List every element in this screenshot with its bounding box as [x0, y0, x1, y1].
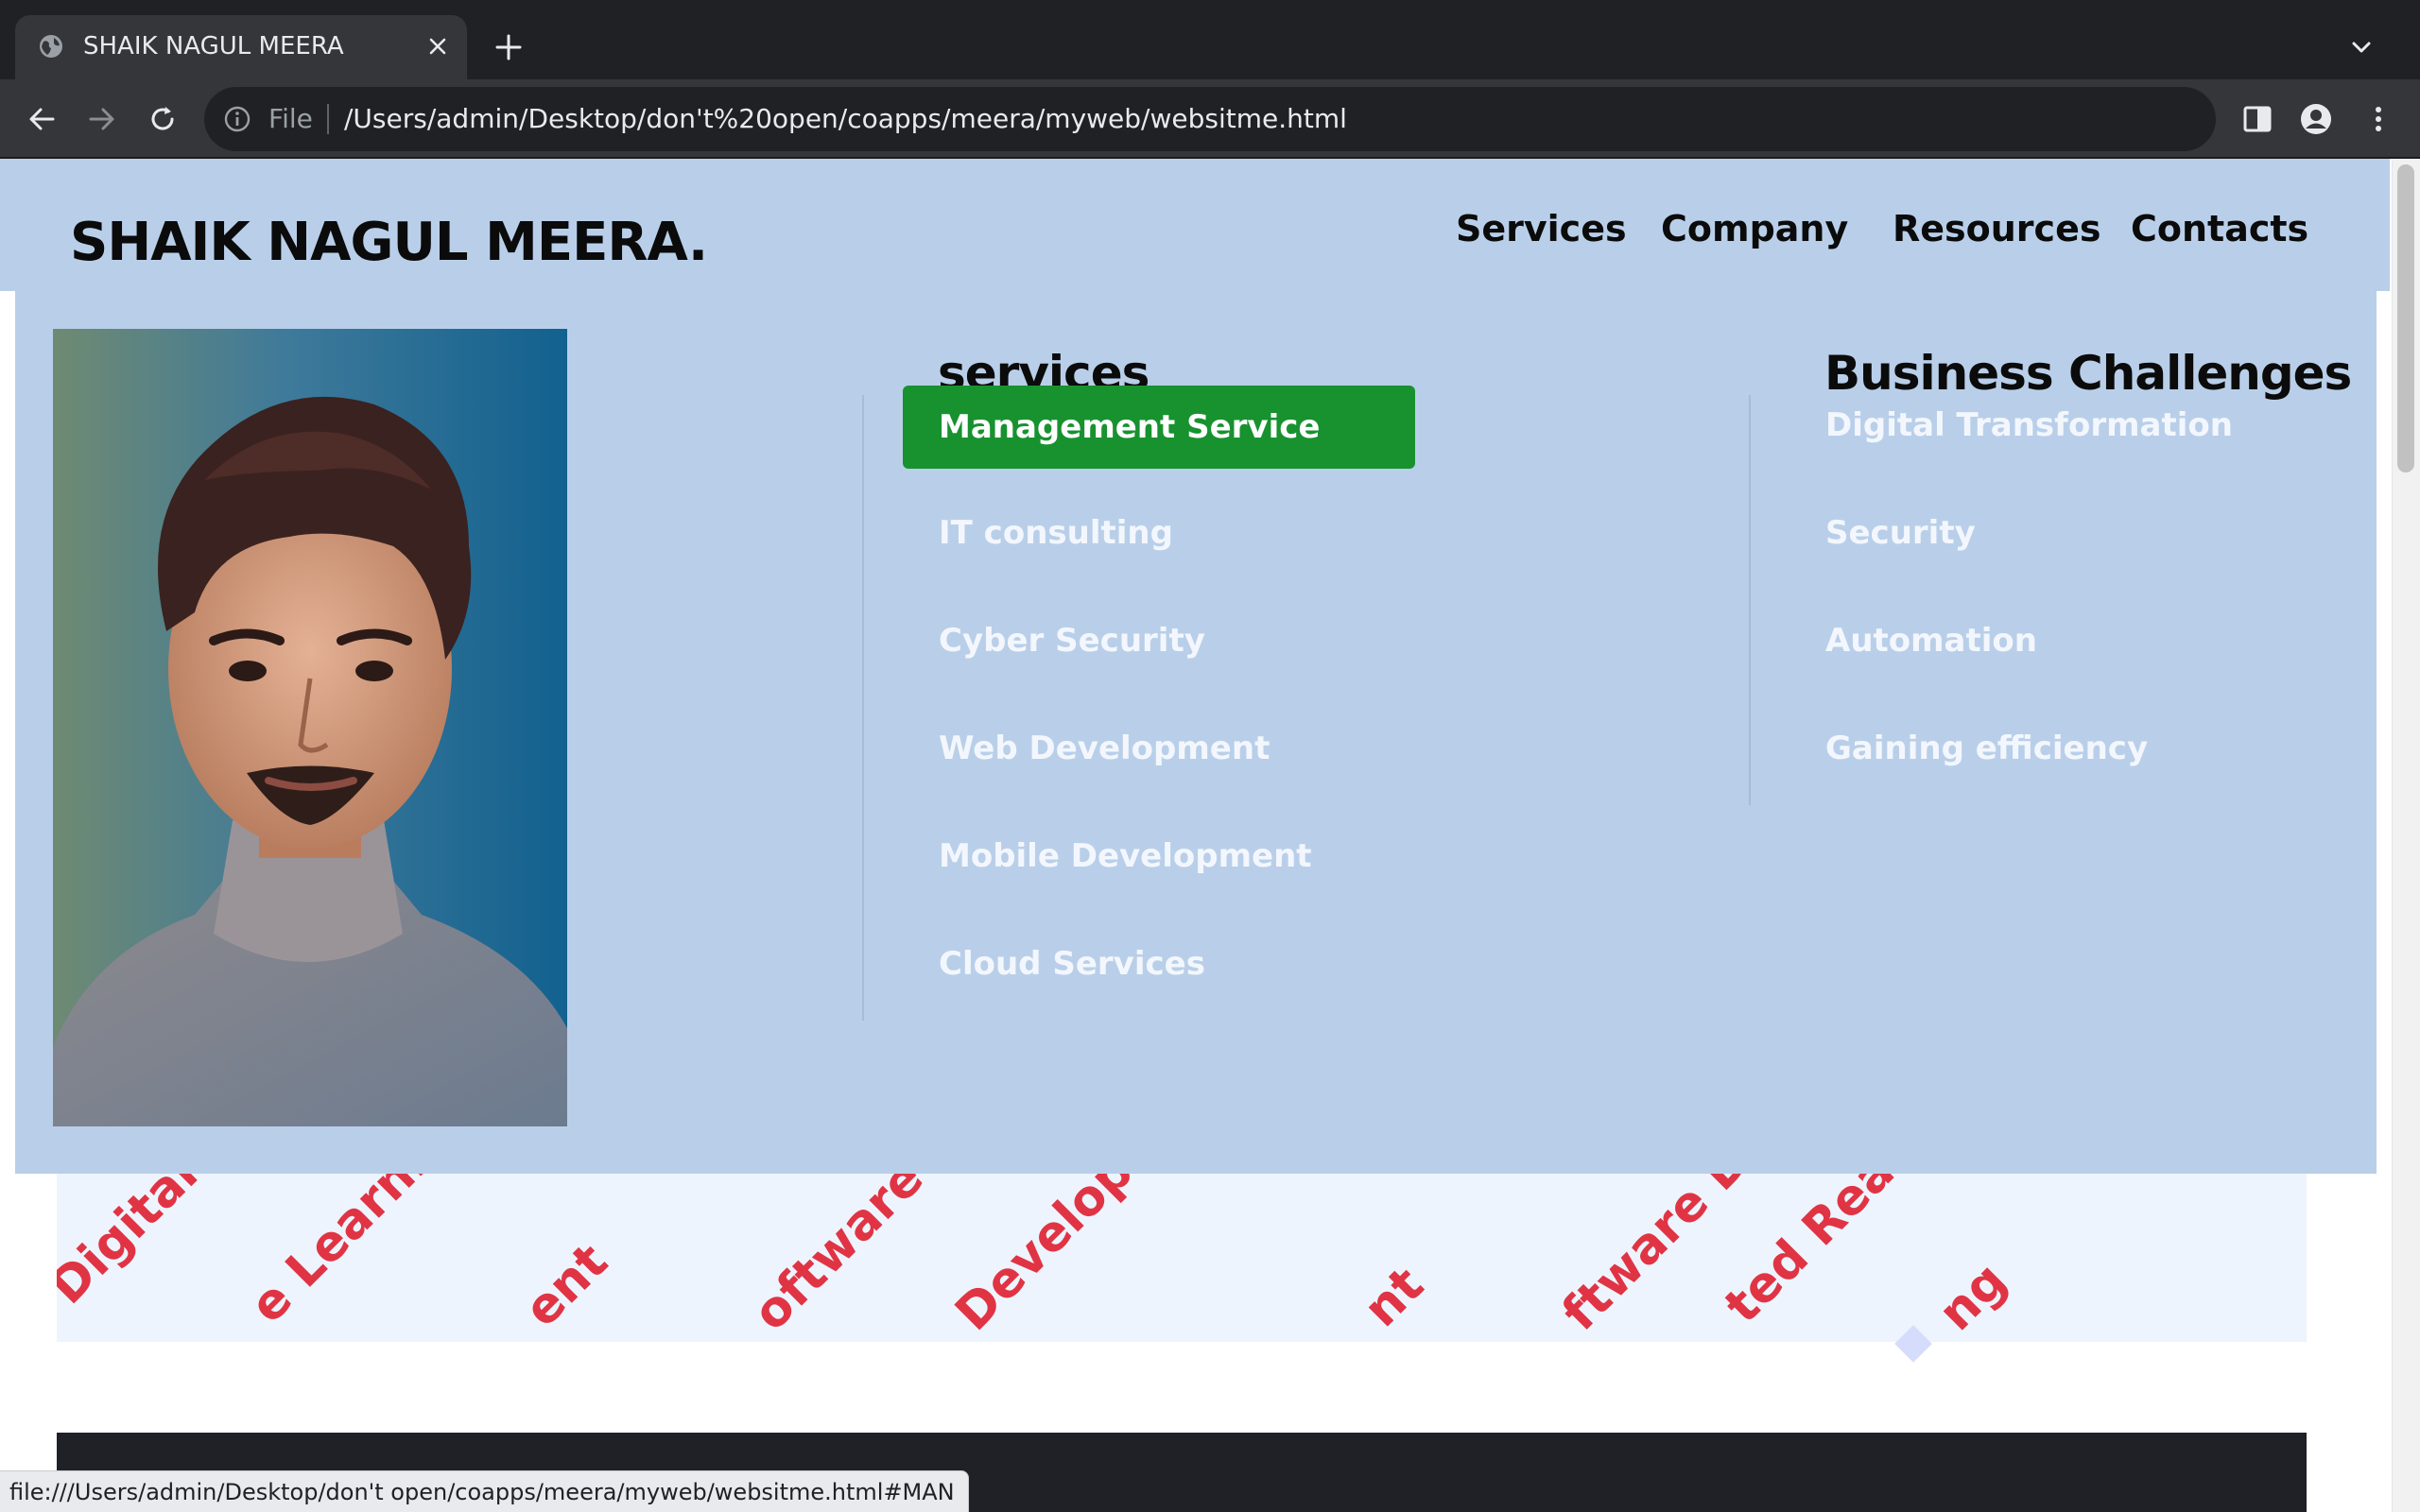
nav-services[interactable]: Services	[1456, 208, 1627, 249]
menu-item-web-development[interactable]: Web Development	[939, 730, 1270, 767]
chevron-down-icon[interactable]	[2348, 36, 2375, 59]
tab-title: SHAIK NAGUL MEERA	[83, 32, 344, 60]
marquee-word: ent	[513, 1232, 619, 1338]
menu-item-label: Management Service	[939, 408, 1321, 446]
menu-item-cloud-services[interactable]: Cloud Services	[939, 945, 1205, 983]
site-header: SHAIK NAGUL MEERA. Services Company Reso…	[0, 159, 2390, 291]
marquee-word: ted Reality	[1714, 1174, 1969, 1334]
new-tab-icon[interactable]	[493, 32, 524, 62]
site-brand[interactable]: SHAIK NAGUL MEERA.	[70, 212, 708, 273]
profile-avatar-icon[interactable]	[2299, 102, 2333, 136]
address-divider	[327, 104, 329, 134]
marquee-word: Digital M	[57, 1174, 256, 1315]
nav-company[interactable]: Company	[1661, 208, 1848, 249]
menu-item-cyber-security[interactable]: Cyber Security	[939, 622, 1205, 660]
marquee-word: Developme	[944, 1174, 1204, 1342]
link-status-bubble: file:///Users/admin/Desktop/don't open/c…	[0, 1470, 969, 1512]
menu-item-management-service[interactable]: Management Service	[903, 386, 1415, 469]
challenges-divider	[1749, 395, 1751, 805]
services-divider	[862, 395, 864, 1021]
menu-item-digital-transformation[interactable]: Digital Transformation	[1825, 406, 2233, 444]
tab-strip: SHAIK NAGUL MEERA	[0, 0, 2420, 79]
globe-icon	[40, 35, 62, 58]
side-panel-icon[interactable]	[2240, 102, 2274, 136]
web-page: SHAIK NAGUL MEERA. Services Company Reso…	[0, 159, 2420, 1512]
menu-item-automation[interactable]: Automation	[1825, 622, 2037, 660]
menu-kebab-icon[interactable]	[2361, 102, 2395, 136]
skills-marquee: Digital M e Learning ent oftware De Deve…	[57, 1174, 2307, 1342]
back-arrow-icon[interactable]	[25, 102, 59, 136]
marquee-word: e Learning	[239, 1174, 489, 1334]
mega-menu-dropdown: services Management Service IT consultin…	[15, 291, 2377, 1174]
forward-arrow-icon[interactable]	[85, 102, 119, 136]
close-icon[interactable]	[425, 34, 450, 59]
address-url-text[interactable]: /Users/admin/Desktop/don't%20open/coapps…	[344, 103, 1347, 134]
marquee-word: nt	[1353, 1256, 1435, 1338]
scrollbar[interactable]	[2392, 159, 2420, 1512]
address-scheme-label: File	[268, 103, 313, 134]
menu-item-it-consulting[interactable]: IT consulting	[939, 514, 1173, 552]
menu-item-gaining-efficiency[interactable]: Gaining efficiency	[1825, 730, 2148, 767]
menu-item-security[interactable]: Security	[1825, 514, 1976, 552]
menu-item-mobile-development[interactable]: Mobile Development	[939, 837, 1312, 875]
info-icon[interactable]	[223, 105, 251, 133]
marquee-word: ng	[1927, 1252, 2018, 1342]
scrollbar-thumb[interactable]	[2397, 164, 2414, 472]
reload-icon[interactable]	[146, 102, 180, 136]
challenges-column-title: Business Challenges	[1824, 346, 2352, 401]
nav-contacts[interactable]: Contacts	[2131, 208, 2308, 249]
nav-resources[interactable]: Resources	[1893, 208, 2100, 249]
profile-portrait-image	[53, 329, 567, 1126]
